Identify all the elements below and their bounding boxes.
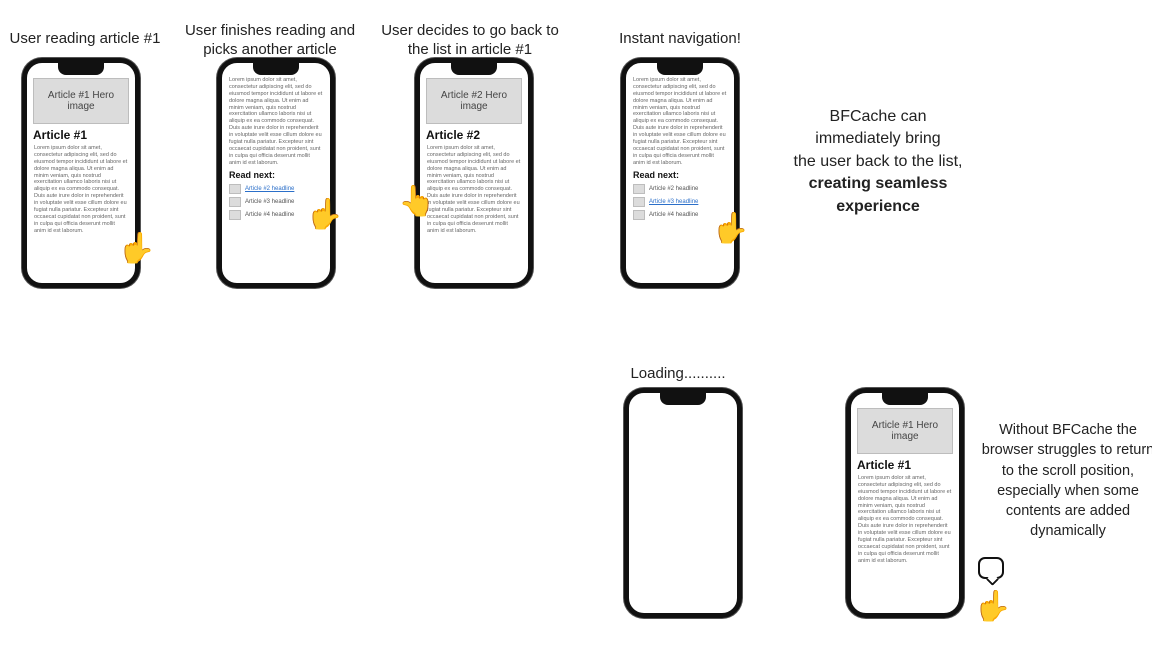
caption-step4: Instant navigation! [590, 30, 770, 49]
read-next-item[interactable]: Article #3 headline [633, 197, 727, 207]
phone-screen-blank [633, 407, 733, 609]
read-next-item[interactable]: Article #3 headline [229, 197, 323, 207]
pointer-hand-icon: 👆 [974, 592, 1011, 622]
caption-loading: Loading.......... [588, 365, 768, 384]
phone-notch [882, 393, 928, 405]
phone-notch [657, 63, 703, 75]
caption-step2: User finishes reading and picks another … [180, 22, 360, 60]
phone-step3: Article #2 Hero image Article #2 Lorem i… [415, 58, 533, 288]
explanation-bfcache: BFCache can immediately bring the user b… [768, 106, 988, 218]
article-body: Lorem ipsum dolor sit amet, consectetur … [34, 145, 128, 234]
text-line-bold: experience [768, 196, 988, 218]
explanation-no-bfcache: Without BFCache the browser struggles to… [968, 420, 1152, 542]
read-next-heading: Read next: [229, 170, 323, 180]
article-title-1: Article #1 [33, 128, 129, 142]
text-line: Without BFCache the [968, 420, 1152, 440]
phone-screen: Lorem ipsum dolor sit amet, consectetur … [226, 77, 326, 279]
thumbnail-icon [229, 197, 241, 207]
read-next-item[interactable]: Article #4 headline [633, 210, 727, 220]
read-next-link-a4[interactable]: Article #4 headline [245, 212, 294, 218]
phone-notch [660, 393, 706, 405]
read-next-item[interactable]: Article #4 headline [229, 210, 323, 220]
read-next-link-a3[interactable]: Article #3 headline [649, 199, 698, 205]
read-next-link-a2[interactable]: Article #2 headline [649, 186, 698, 192]
phone-step1: Article #1 Hero image Article #1 Lorem i… [22, 58, 140, 288]
phone-screen: Article #2 Hero image Article #2 Lorem i… [424, 77, 524, 279]
hero-image-2: Article #2 Hero image [426, 78, 522, 124]
phone-notch [451, 63, 497, 75]
phone-step4: Lorem ipsum dolor sit amet, consectetur … [621, 58, 739, 288]
hero-image-1: Article #1 Hero image [33, 78, 129, 124]
phone-screen: Article #1 Hero image Article #1 Lorem i… [31, 77, 131, 279]
phone-notch [58, 63, 104, 75]
read-next-link-a4[interactable]: Article #4 headline [649, 212, 698, 218]
article-title-2: Article #2 [426, 128, 522, 142]
phone-loading [624, 388, 742, 618]
phone-notch [253, 63, 299, 75]
text-line: immediately bring [768, 128, 988, 150]
thumbnail-icon [229, 184, 241, 194]
text-line: BFCache can [768, 106, 988, 128]
text-line: contents are added [968, 501, 1152, 521]
article-title-1: Article #1 [857, 458, 953, 472]
text-line: browser struggles to return [968, 440, 1152, 460]
article-body: Lorem ipsum dolor sit amet, consectetur … [858, 475, 952, 564]
article-body: Lorem ipsum dolor sit amet, consectetur … [633, 77, 727, 166]
hero-image-1: Article #1 Hero image [857, 408, 953, 454]
article-body: Lorem ipsum dolor sit amet, consectetur … [229, 77, 323, 166]
text-line: the user back to the list, [768, 151, 988, 173]
phone-screen: Article #1 Hero image Article #1 Lorem i… [855, 407, 955, 609]
text-line: dynamically [968, 521, 1152, 541]
speech-bubble-icon [978, 557, 1004, 579]
article-body: Lorem ipsum dolor sit amet, consectetur … [427, 145, 521, 234]
text-line-bold: creating seamless [768, 173, 988, 195]
text-line: to the scroll position, [968, 461, 1152, 481]
thumbnail-icon [633, 184, 645, 194]
text-line: especially when some [968, 481, 1152, 501]
caption-step3: User decides to go back to the list in a… [380, 22, 560, 60]
thumbnail-icon [229, 210, 241, 220]
read-next-link-a2[interactable]: Article #2 headline [245, 186, 294, 192]
phone-step2: Lorem ipsum dolor sit amet, consectetur … [217, 58, 335, 288]
caption-step1: User reading article #1 [0, 30, 170, 49]
phone-without-bfcache: Article #1 Hero image Article #1 Lorem i… [846, 388, 964, 618]
read-next-item[interactable]: Article #2 headline [633, 184, 727, 194]
read-next-link-a3[interactable]: Article #3 headline [245, 199, 294, 205]
thumbnail-icon [633, 197, 645, 207]
read-next-item[interactable]: Article #2 headline [229, 184, 323, 194]
phone-screen: Lorem ipsum dolor sit amet, consectetur … [630, 77, 730, 279]
read-next-heading: Read next: [633, 170, 727, 180]
thumbnail-icon [633, 210, 645, 220]
